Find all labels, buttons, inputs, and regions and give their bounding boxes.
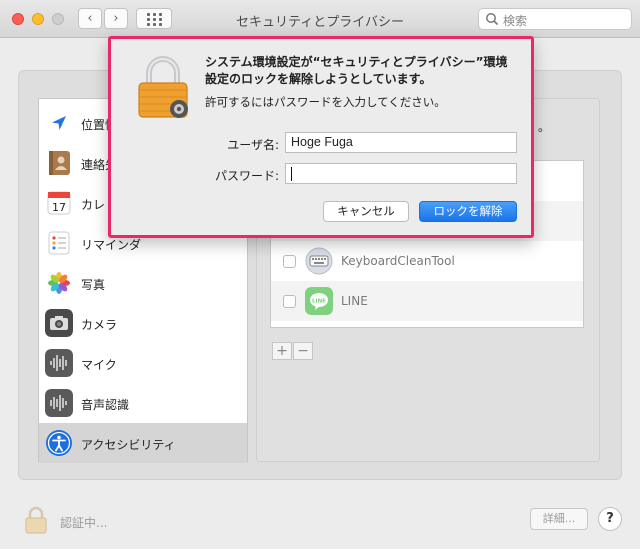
zoom-window-button[interactable]: [52, 13, 64, 25]
search-icon: [486, 13, 499, 26]
sidebar-item-label: カレ: [81, 198, 106, 212]
sidebar-item-label: 写真: [81, 278, 106, 292]
search-placeholder: 検索: [503, 14, 528, 28]
padlock-icon[interactable]: [24, 506, 48, 534]
photos-icon: [45, 269, 73, 297]
description-text-fragment: 。: [538, 120, 551, 134]
calendar-icon: 17: [47, 191, 71, 215]
title-bar: ‹ › セキュリティとプライバシー 検索: [0, 0, 640, 38]
dialog-message: システム環境設定が“セキュリティとプライバシー”環境設定のロックを解除しようとし…: [205, 55, 508, 86]
sidebar-item-accessibility[interactable]: アクセシビリティ: [39, 423, 247, 463]
lock-icon: [138, 56, 188, 118]
sidebar-item-label: 音声認識: [81, 398, 130, 412]
sidebar-item-camera[interactable]: カメラ: [39, 303, 247, 343]
location-arrow-icon: [45, 109, 73, 137]
dialog-instruction: 許可するにはパスワードを入力してください。: [205, 95, 446, 109]
auth-status-label: 認証中...: [60, 516, 108, 530]
sidebar-item-label: カメラ: [81, 318, 118, 332]
accessibility-icon: [46, 430, 72, 456]
text-cursor: [291, 166, 292, 181]
show-all-button[interactable]: [136, 8, 172, 29]
list-item-keyboardcleantool[interactable]: KeyboardCleanTool: [271, 241, 583, 281]
microphone-icon: [45, 349, 73, 377]
chevron-right-icon: ›: [113, 11, 119, 26]
help-button[interactable]: ?: [598, 507, 622, 531]
speech-recognition-icon: [45, 389, 73, 417]
line-app-icon: LINE: [305, 287, 333, 315]
remove-app-button[interactable]: −: [293, 342, 313, 360]
sidebar-item-speech-recognition[interactable]: 音声認識: [39, 383, 247, 423]
cancel-button[interactable]: キャンセル: [323, 201, 409, 222]
app-checkbox[interactable]: [283, 255, 296, 268]
sidebar-item-microphone[interactable]: マイク: [39, 343, 247, 383]
password-label: パスワード:: [214, 169, 279, 183]
back-button[interactable]: ‹: [78, 8, 102, 29]
details-button[interactable]: 詳細...: [530, 508, 588, 530]
list-item-line[interactable]: LINE LINE: [271, 281, 583, 321]
chevron-left-icon: ‹: [87, 11, 93, 26]
auth-dialog: システム環境設定が“セキュリティとプライバシー”環境設定のロックを解除しようとし…: [108, 36, 534, 238]
contacts-book-icon: [49, 151, 70, 175]
close-window-button[interactable]: [12, 13, 24, 25]
window-title: セキュリティとプライバシー: [236, 15, 404, 30]
keyboard-icon: [305, 247, 333, 275]
add-app-button[interactable]: +: [272, 342, 292, 360]
search-input[interactable]: 検索: [478, 8, 632, 30]
minimize-window-button[interactable]: [32, 13, 44, 25]
unlock-button[interactable]: ロックを解除: [419, 201, 517, 222]
sidebar-item-label: アクセシビリティ: [81, 438, 176, 452]
app-name: KeyboardCleanTool: [341, 254, 455, 268]
sidebar-item-label: リマインダ: [81, 238, 142, 252]
app-checkbox[interactable]: [283, 295, 296, 308]
sidebar-item-label: マイク: [81, 358, 117, 372]
forward-button[interactable]: ›: [104, 8, 128, 29]
app-name: LINE: [341, 294, 368, 308]
username-field[interactable]: Hoge Fuga: [285, 132, 517, 153]
svg-text:17: 17: [52, 201, 66, 214]
reminders-icon: [48, 231, 70, 255]
sidebar-item-photos[interactable]: 写真: [39, 263, 247, 303]
camera-icon: [45, 309, 73, 337]
password-field[interactable]: [285, 163, 517, 184]
svg-text:LINE: LINE: [312, 299, 326, 305]
username-label: ユーザ名:: [227, 138, 279, 152]
